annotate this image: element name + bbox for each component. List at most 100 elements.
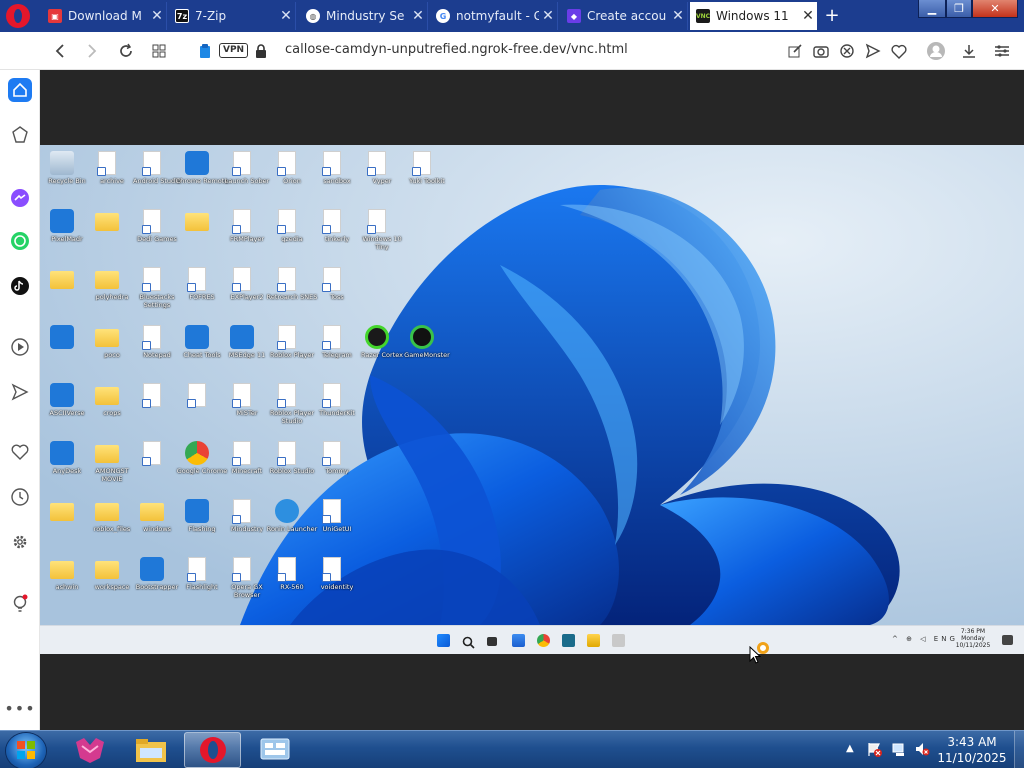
tab-create-account[interactable]: ◆ Create accou ✕: [561, 2, 688, 30]
address-bar: VPN callose-camdyn-unputrefied.ngrok-fre…: [0, 32, 1024, 70]
url-text[interactable]: callose-camdyn-unputrefied.ngrok-free.de…: [285, 42, 628, 57]
folder-icon: [95, 561, 119, 579]
tab-download[interactable]: ▣ Download M ✕: [42, 2, 167, 30]
folder-icon: [140, 503, 164, 521]
google-icon: G: [436, 9, 450, 23]
folder-icon: [95, 271, 119, 289]
game-icon: [410, 325, 434, 349]
home-icon[interactable]: [8, 78, 32, 102]
close-icon[interactable]: ✕: [148, 8, 166, 24]
desktop-icon-label: Yuki Toolkit: [409, 177, 445, 185]
desktop-icon[interactable]: Tommy: [310, 438, 364, 496]
easy-setup-icon[interactable]: [992, 41, 1012, 61]
widgets-icon[interactable]: [512, 634, 525, 647]
shortcut-icon: [142, 209, 161, 234]
remote-clock[interactable]: 7:36 PM Monday 10/11/2025: [948, 628, 998, 649]
network-icon[interactable]: [891, 741, 907, 757]
desktop-icon[interactable]: Yuki Toolkit: [400, 148, 454, 206]
send-icon[interactable]: [863, 41, 883, 61]
settings-gear-icon[interactable]: [8, 530, 32, 554]
window-minimize-button[interactable]: ▁: [918, 0, 946, 18]
send-icon[interactable]: [8, 380, 32, 404]
new-tab-button[interactable]: +: [822, 6, 842, 26]
forward-icon[interactable]: [82, 41, 102, 61]
close-icon[interactable]: ✕: [539, 8, 557, 24]
taskbar-explorer-icon[interactable]: [122, 732, 179, 768]
tiktok-icon[interactable]: [8, 274, 32, 298]
vpn-badge[interactable]: VPN: [219, 43, 249, 58]
close-icon[interactable]: ✕: [277, 8, 295, 24]
heart-icon[interactable]: [889, 41, 909, 61]
store-icon[interactable]: [562, 634, 575, 647]
desktop-icon-label: UniGetUI: [322, 525, 352, 533]
app-icon[interactable]: [612, 634, 625, 647]
shortcut-icon: [322, 383, 341, 408]
desktop-icon[interactable]: ThunderKit: [310, 380, 364, 438]
remote-desktop-screen[interactable]: Recycle Bin PixelMadr ASCIIVerse AnyDesk ash…: [40, 145, 1024, 654]
taskbar-opera-icon[interactable]: [184, 732, 241, 768]
shortcut-icon: [142, 441, 161, 466]
camera-icon[interactable]: [811, 41, 831, 61]
shortcut-icon: [322, 441, 341, 466]
shortcut-icon: [277, 557, 296, 582]
shortcut-icon: [232, 267, 251, 292]
reload-icon[interactable]: [116, 41, 136, 61]
desktop-icon-label: Tommy: [325, 467, 349, 475]
action-center-flag-icon[interactable]: [866, 741, 882, 757]
close-icon[interactable]: ✕: [409, 8, 427, 24]
back-icon[interactable]: [50, 41, 70, 61]
cube-icon[interactable]: [8, 123, 32, 147]
task-view-icon[interactable]: [487, 637, 497, 646]
speed-dial-icon[interactable]: [149, 41, 169, 61]
desktop-icon[interactable]: Windows 10 Tiny: [355, 206, 409, 264]
shortcut-icon: [322, 151, 341, 176]
shortcut-icon: [322, 499, 341, 524]
show-hidden-icons-icon[interactable]: ▲: [846, 743, 854, 754]
adblock-icon[interactable]: [837, 41, 857, 61]
player-icon[interactable]: [8, 335, 32, 359]
file-explorer-icon[interactable]: [587, 634, 600, 647]
taskbar-app-fox-icon[interactable]: [61, 732, 118, 768]
desktop-icon[interactable]: GameMonster: [400, 322, 454, 380]
tab-windows-11-vnc[interactable]: VNC Windows 11 ✕: [690, 2, 817, 30]
desktop-icon[interactable]: UniGetUI: [310, 496, 364, 554]
vnc-icon: VNC: [696, 9, 710, 23]
window-close-button[interactable]: ✕: [972, 0, 1018, 18]
volume-muted-icon[interactable]: [914, 741, 930, 757]
download-icon[interactable]: [959, 41, 979, 61]
opera-menu-icon[interactable]: [6, 4, 30, 28]
heart-icon[interactable]: [8, 440, 32, 464]
shortcut-icon: [412, 151, 431, 176]
close-icon[interactable]: ✕: [799, 8, 817, 24]
messenger-icon[interactable]: [8, 186, 32, 210]
show-desktop-button[interactable]: [1014, 731, 1024, 768]
notification-icon[interactable]: [1002, 635, 1013, 645]
more-icon[interactable]: •••: [4, 696, 34, 720]
taskbar-control-panel-icon[interactable]: [246, 732, 303, 768]
tips-lightbulb-icon[interactable]: [8, 592, 32, 616]
window-maximize-button[interactable]: ❐: [946, 0, 972, 18]
tab-mindustry[interactable]: ◍ Mindustry Se ✕: [300, 2, 428, 30]
desktop-icon[interactable]: voidentity: [310, 554, 364, 612]
tab-7zip[interactable]: 7z 7-Zip ✕: [169, 2, 296, 30]
chrome-icon[interactable]: [537, 634, 550, 647]
shortcut-icon: [322, 325, 341, 350]
tab-notmyfault[interactable]: G notmyfault - G ✕: [430, 2, 558, 30]
whatsapp-icon[interactable]: [8, 229, 32, 253]
shortcut-icon: [322, 557, 341, 582]
windows-start-icon[interactable]: [437, 634, 450, 647]
edit-icon[interactable]: [785, 41, 805, 61]
shortcut-icon: [367, 209, 386, 234]
lock-icon[interactable]: [251, 41, 271, 61]
close-icon[interactable]: ✕: [669, 8, 687, 24]
clipboard-icon[interactable]: [195, 41, 215, 61]
app-icon: [185, 499, 209, 523]
windows7-start-button[interactable]: [6, 733, 46, 768]
search-icon[interactable]: [462, 634, 475, 649]
host-clock[interactable]: 3:43 AM 11/10/2025: [936, 734, 1008, 766]
shortcut-icon: [232, 151, 251, 176]
desktop-icon[interactable]: Toss: [310, 264, 364, 322]
folder-icon: [95, 213, 119, 231]
profile-avatar-icon[interactable]: [926, 41, 946, 61]
history-icon[interactable]: [8, 485, 32, 509]
